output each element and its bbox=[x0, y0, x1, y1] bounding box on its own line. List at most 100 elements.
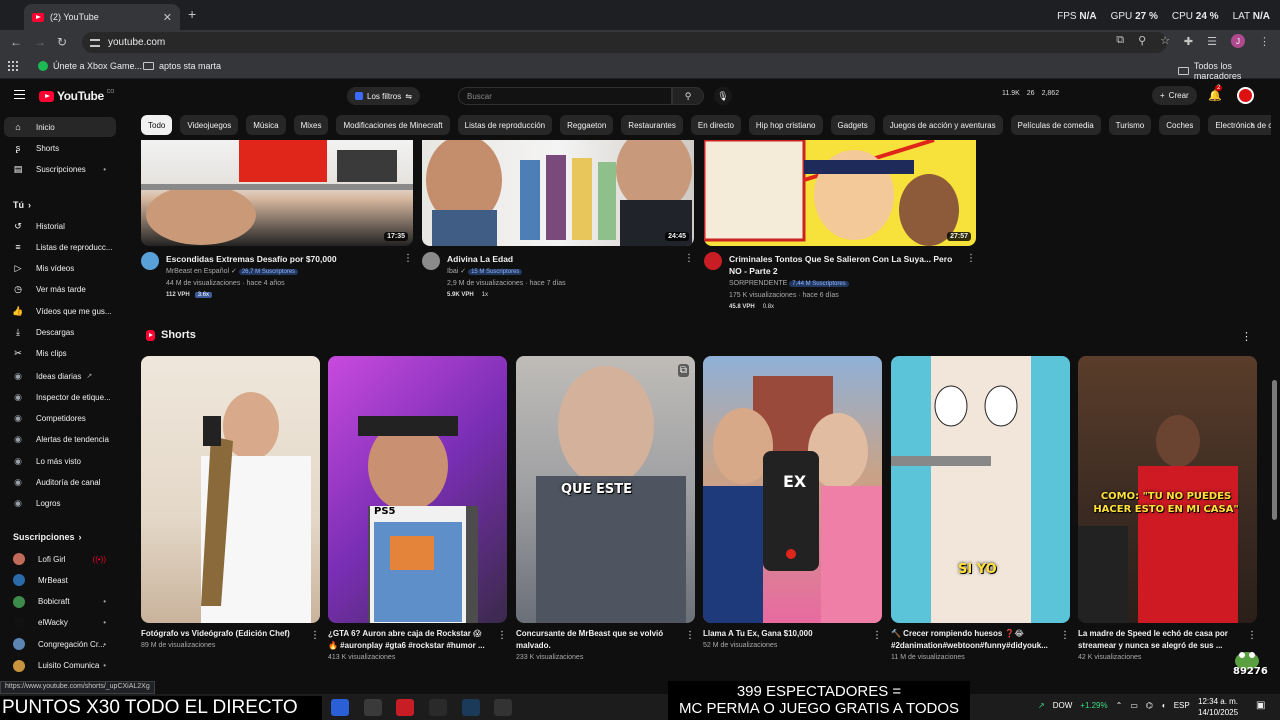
create-button[interactable]: + Crear bbox=[1152, 86, 1197, 105]
chip-3[interactable]: Mixes bbox=[293, 115, 329, 135]
install-app-icon[interactable]: ⧉ bbox=[1116, 34, 1124, 47]
taskbar-clock[interactable]: 12:34 a. m. 14/10/2025 bbox=[1198, 696, 1238, 718]
short-title[interactable]: Concursante de MrBeast que se volvió mal… bbox=[516, 628, 676, 652]
short-card[interactable]: Llama A Tu Ex, Gana $10,000 52 M de visua… bbox=[703, 628, 882, 649]
extensions-puzzle-icon[interactable]: ✚ bbox=[1184, 35, 1193, 48]
bookmark-star-icon[interactable]: ☆ bbox=[1160, 34, 1170, 47]
channel-name[interactable]: SORPRENDENTE bbox=[729, 280, 787, 287]
more-options-icon[interactable]: ⋮ bbox=[310, 630, 320, 641]
back-arrow-icon[interactable]: ← bbox=[10, 35, 22, 49]
chip-15[interactable]: Electrónica de consumo bbox=[1208, 115, 1271, 135]
sidebar-item-my-videos[interactable]: ▷ Mis vídeos bbox=[4, 259, 116, 279]
chip-12[interactable]: Películas de comedia bbox=[1010, 115, 1101, 135]
page-scrollbar[interactable] bbox=[1272, 380, 1277, 520]
more-options-icon[interactable]: ⋮ bbox=[684, 253, 694, 264]
more-options-icon[interactable]: ⋮ bbox=[872, 630, 882, 641]
sidebar-section-subscriptions[interactable]: Suscripciones › bbox=[13, 532, 82, 542]
sidebar-item-clips[interactable]: ✂ Mis clips bbox=[4, 344, 116, 364]
shorts-more-icon[interactable]: ⋮ bbox=[1241, 330, 1252, 343]
chip-2[interactable]: Música bbox=[246, 115, 286, 135]
browser-tab-youtube[interactable]: (2) YouTube ✕ bbox=[24, 4, 180, 30]
video-title[interactable]: Adivina La Edad bbox=[447, 253, 677, 265]
sidebar-item-suscripciones[interactable]: ▤ Suscripciones • bbox=[4, 159, 116, 179]
sidebar-item-downloads[interactable]: ⤓ Descargas bbox=[4, 323, 116, 343]
short-thumbnail[interactable]: SI YO bbox=[891, 356, 1070, 623]
chip-5[interactable]: Listas de reproducción bbox=[457, 115, 553, 135]
more-options-icon[interactable]: ⋮ bbox=[1247, 630, 1257, 641]
chip-8[interactable]: En directo bbox=[690, 115, 741, 135]
zoom-icon[interactable]: ⚲ bbox=[1138, 34, 1146, 47]
chip-11[interactable]: Juegos de acción y aventuras bbox=[882, 115, 1003, 135]
sidebar-item-history[interactable]: ↺ Historial bbox=[4, 216, 116, 236]
explorer-taskbar-icon[interactable] bbox=[364, 699, 382, 716]
profile-avatar[interactable]: J bbox=[1231, 34, 1245, 48]
more-options-icon[interactable]: ⋮ bbox=[403, 253, 413, 264]
apps-grid-icon[interactable] bbox=[8, 61, 18, 71]
chip-13[interactable]: Turismo bbox=[1108, 115, 1152, 135]
video-thumbnail[interactable]: 24:45 bbox=[422, 140, 694, 246]
omnibox[interactable]: youtube.com bbox=[82, 32, 1167, 53]
more-options-icon[interactable]: ⋮ bbox=[966, 253, 976, 264]
channel-avatar[interactable] bbox=[422, 252, 440, 270]
chip-7[interactable]: Restaurantes bbox=[621, 115, 683, 135]
notifications-tray-icon[interactable]: ▣ bbox=[1256, 700, 1265, 711]
sidebar-section-you[interactable]: Tú › bbox=[13, 200, 31, 210]
sidebar-item-playlists[interactable]: ≡ Listas de reproducc... bbox=[4, 237, 116, 257]
microphone-icon[interactable]: 🎙 bbox=[714, 87, 732, 105]
sidebar-subscription[interactable]: Luisito Comunica • bbox=[4, 656, 116, 676]
stock-name[interactable]: DOW bbox=[1053, 701, 1073, 710]
app-taskbar-icon[interactable] bbox=[396, 699, 414, 716]
youtube-logo[interactable]: YouTube CO bbox=[39, 89, 114, 103]
sidebar-tool-item[interactable]: ◉ Competidores bbox=[4, 409, 116, 429]
search-input[interactable]: Buscar bbox=[458, 87, 672, 105]
language-indicator[interactable]: ESP bbox=[1174, 701, 1190, 710]
network-icon[interactable]: ⌬ bbox=[1146, 701, 1153, 710]
more-options-icon[interactable]: ⋮ bbox=[1060, 630, 1070, 641]
monitor-icon[interactable]: ▭ bbox=[1130, 701, 1138, 710]
short-title[interactable]: Llama A Tu Ex, Gana $10,000 bbox=[703, 628, 863, 640]
video-title[interactable]: Escondidas Extremas Desafío por $70,000 bbox=[166, 253, 396, 265]
channel-avatar[interactable] bbox=[704, 252, 722, 270]
forward-arrow-icon[interactable]: → bbox=[34, 35, 46, 49]
short-thumbnail[interactable]: COMO: "TU NO PUEDES HACER ESTO EN MI CAS… bbox=[1078, 356, 1257, 623]
short-card[interactable]: ¿GTA 6? Auron abre caja de Rockstar 😱🔥 #… bbox=[328, 628, 507, 661]
chip-1[interactable]: Videojuegos bbox=[180, 115, 239, 135]
video-thumbnail[interactable]: 17:35 bbox=[141, 140, 413, 246]
short-title[interactable]: ¿GTA 6? Auron abre caja de Rockstar 😱🔥 #… bbox=[328, 628, 488, 652]
short-thumbnail[interactable]: EX bbox=[703, 356, 882, 623]
bookmark-xbox[interactable]: Únete a Xbox Game... bbox=[38, 61, 142, 71]
reload-icon[interactable]: ↻ bbox=[57, 35, 67, 49]
chevron-right-icon[interactable]: › bbox=[1250, 119, 1253, 130]
sidebar-subscription[interactable]: MrBeast bbox=[4, 570, 116, 590]
short-title[interactable]: Fotógrafo vs Videógrafo (Edición Chef) bbox=[141, 628, 301, 640]
obs-taskbar-icon[interactable] bbox=[494, 699, 512, 716]
bookmark-folder-aptos[interactable]: aptos sta marta bbox=[143, 61, 221, 71]
all-bookmarks-folder[interactable]: Todos los marcadores bbox=[1178, 61, 1280, 81]
sidebar-tool-item[interactable]: ◉ Ideas diarias ↗ bbox=[4, 366, 116, 386]
short-card[interactable]: Concursante de MrBeast que se volvió mal… bbox=[516, 628, 695, 661]
sidebar-subscription[interactable]: Bobicraft • bbox=[4, 592, 116, 612]
channel-name[interactable]: Ibai bbox=[447, 268, 458, 275]
more-options-icon[interactable]: ⋮ bbox=[685, 630, 695, 641]
reading-list-icon[interactable]: ☰ bbox=[1207, 35, 1217, 48]
volume-icon[interactable]: ◖ bbox=[1161, 701, 1166, 710]
short-card[interactable]: Fotógrafo vs Videógrafo (Edición Chef) 89… bbox=[141, 628, 320, 649]
chip-6[interactable]: Reggaeton bbox=[560, 115, 614, 135]
search-icon[interactable]: ⚲ bbox=[672, 87, 704, 105]
short-card[interactable]: 🔨 Crecer rompiendo huesos ❓😂 #2danimatio… bbox=[891, 628, 1070, 661]
video-thumbnail[interactable]: 27:57 bbox=[704, 140, 976, 246]
sidebar-tool-item[interactable]: ◉ Alertas de tendencia bbox=[4, 430, 116, 450]
tab-close-icon[interactable]: ✕ bbox=[163, 11, 172, 24]
sidebar-item-watch-later[interactable]: ◷ Ver más tarde bbox=[4, 280, 116, 300]
sidebar-subscription[interactable]: elWacky • bbox=[4, 613, 116, 633]
url-text[interactable]: youtube.com bbox=[108, 37, 165, 48]
sidebar-item-shorts[interactable]: ʂ Shorts bbox=[4, 138, 116, 158]
more-options-icon[interactable]: ⋮ bbox=[497, 630, 507, 641]
epic-games-taskbar-icon[interactable] bbox=[429, 699, 447, 716]
menu-hamburger-icon[interactable] bbox=[14, 90, 25, 99]
sidebar-item-liked-videos[interactable]: 👍 Vídeos que me gus... bbox=[4, 301, 116, 321]
short-title[interactable]: La madre de Speed le echó de casa por st… bbox=[1078, 628, 1238, 652]
chip-9[interactable]: Hip hop cristiano bbox=[748, 115, 823, 135]
sidebar-item-inicio[interactable]: ⌂ Inicio bbox=[4, 117, 116, 137]
filters-button[interactable]: Los filtros ⇋ bbox=[347, 87, 420, 105]
